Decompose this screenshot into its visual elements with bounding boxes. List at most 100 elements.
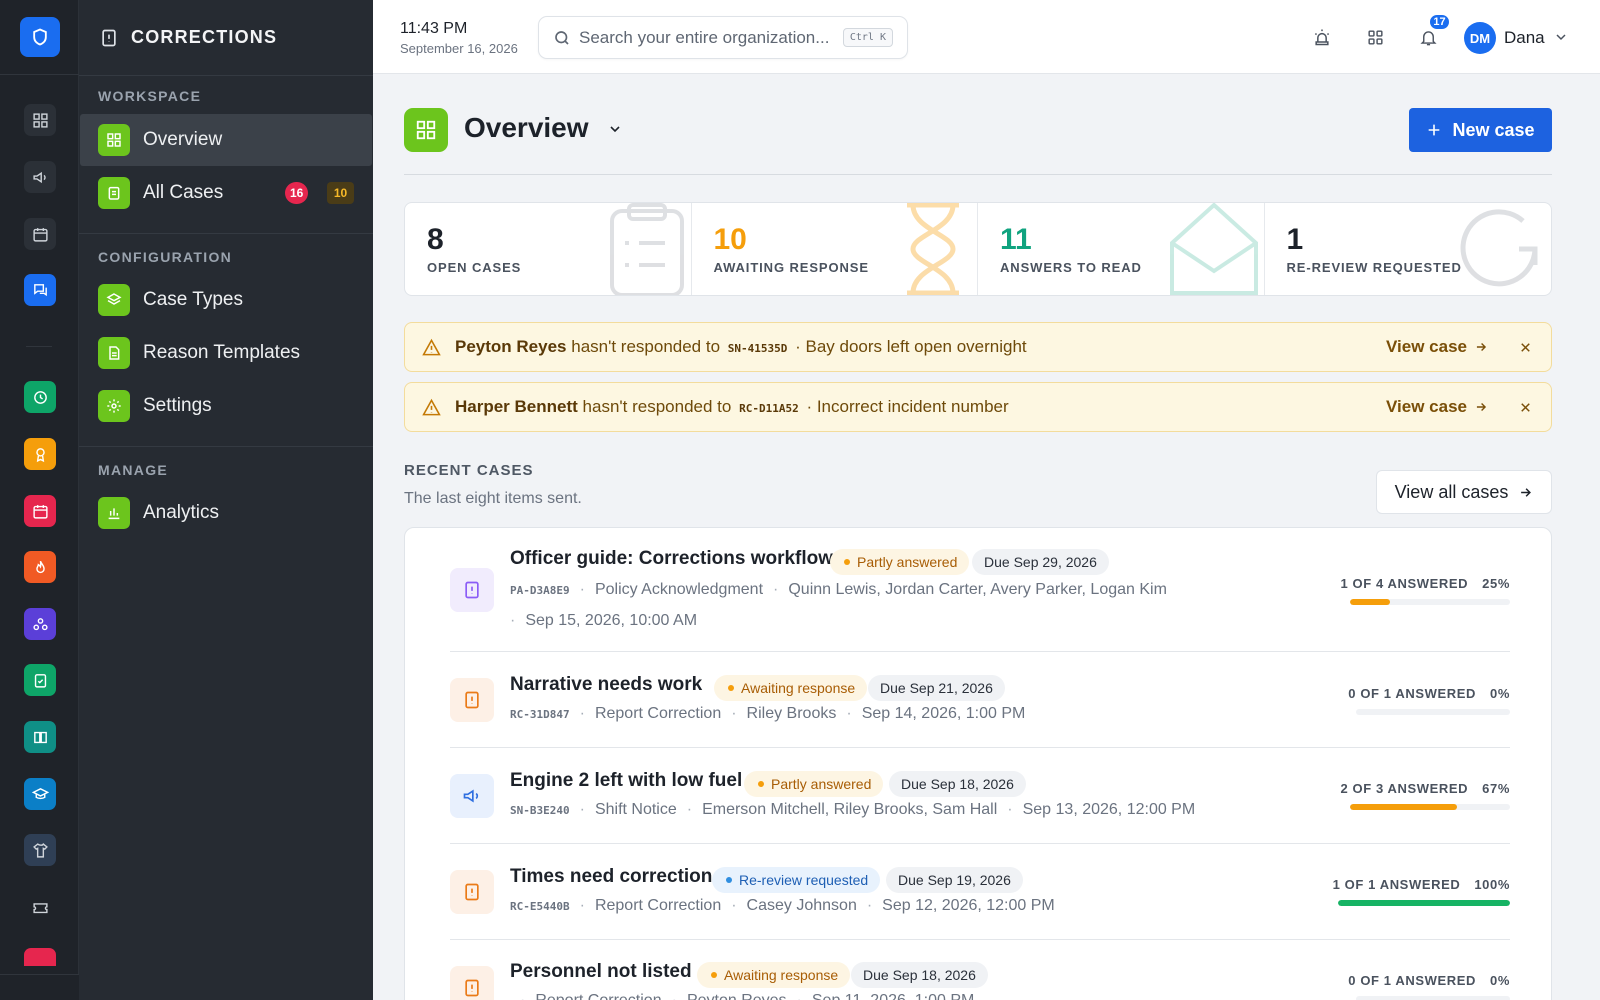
stat-label: ANSWERS TO READ xyxy=(1000,260,1142,275)
rail-megaphone-icon[interactable] xyxy=(24,161,56,193)
warning-icon xyxy=(422,398,441,415)
progress-bar xyxy=(1350,599,1510,605)
progress-count: 2 OF 3 ANSWERED xyxy=(1340,781,1469,796)
avatar[interactable]: DM xyxy=(1464,22,1496,54)
new-case-button[interactable]: New case xyxy=(1409,108,1552,152)
progress-count: 1 OF 4 ANSWERED xyxy=(1340,576,1469,591)
siren-icon[interactable] xyxy=(1310,25,1334,49)
rail-ticket-icon[interactable] xyxy=(24,891,56,923)
case-code: RC-31D847 xyxy=(510,707,570,721)
view-case-link[interactable]: View case xyxy=(1386,337,1488,357)
close-icon[interactable] xyxy=(1518,400,1533,415)
due-date-badge: Due Sep 18, 2026 xyxy=(889,771,1026,797)
progress-label: 0 OF 1 ANSWERED 0% xyxy=(1348,973,1510,988)
app-rail xyxy=(0,0,79,1000)
case-row[interactable]: Narrative needs work Awaiting response D… xyxy=(450,652,1510,748)
search-placeholder: Search your entire organization... xyxy=(579,27,830,47)
alert-file-icon xyxy=(102,29,116,46)
search-icon xyxy=(555,30,569,45)
sidebar-item-label: All Cases xyxy=(143,182,224,203)
case-code: PA-D3A8E9 xyxy=(510,583,570,597)
stat-open-cases[interactable]: 8 OPEN CASES xyxy=(405,203,692,295)
sidebar-item-label: Case Types xyxy=(143,289,243,310)
refresh-watermark-icon xyxy=(1460,209,1538,287)
rail-calendar-icon[interactable] xyxy=(24,218,56,250)
sidebar-item-settings[interactable]: Settings xyxy=(80,380,372,432)
stat-awaiting-response[interactable]: 10 AWAITING RESPONSE xyxy=(692,203,978,295)
alert-text: Harper Bennett hasn't responded to RC-D1… xyxy=(455,397,1386,417)
sidebar-item-reason-templates[interactable]: Reason Templates xyxy=(80,327,372,379)
hourglass-watermark-icon xyxy=(907,203,959,295)
rail-footer xyxy=(0,974,79,1000)
recent-cases-subtitle: The last eight items sent. xyxy=(404,490,582,507)
rail-chat-icon[interactable] xyxy=(24,274,56,306)
alert-file-icon xyxy=(450,568,494,612)
rail-event-icon[interactable] xyxy=(24,495,56,527)
stat-value: 8 xyxy=(427,223,444,256)
apps-grid-icon[interactable] xyxy=(1363,25,1387,49)
rail-shirt-icon[interactable] xyxy=(24,834,56,866)
sidebar-item-overview[interactable]: Overview xyxy=(80,114,372,166)
section-workspace: WORKSPACE xyxy=(98,88,202,104)
notification-count-badge: 17 xyxy=(1428,13,1451,31)
case-meta: RC-E5440B · Report Correction · Casey John… xyxy=(510,897,1055,914)
chevron-down-icon[interactable] xyxy=(1553,29,1569,50)
recent-cases-list: Officer guide: Corrections workflow Part… xyxy=(404,527,1552,1000)
warning-icon xyxy=(422,338,441,355)
layers-icon xyxy=(98,284,130,316)
alert-message: hasn't responded to xyxy=(571,337,721,356)
alert-case-code: SN-41535D xyxy=(727,342,788,355)
arrow-right-icon xyxy=(1476,343,1487,351)
case-row[interactable]: Personnel not listed Awaiting response D… xyxy=(450,940,1510,1000)
view-all-cases-button[interactable]: View all cases xyxy=(1376,470,1552,514)
rail-graduation-icon[interactable] xyxy=(24,778,56,810)
megaphone-icon xyxy=(450,774,494,818)
case-row[interactable]: Times need correction Re-review requeste… xyxy=(450,844,1510,940)
stat-answers-to-read[interactable]: 11 ANSWERS TO READ xyxy=(978,203,1265,295)
rail-award-icon[interactable] xyxy=(24,438,56,470)
case-meta: RC-31D847 · Report Correction · Riley Broo… xyxy=(510,705,1026,722)
rail-dashboard-icon[interactable] xyxy=(24,104,56,136)
sidebar: CORRECTIONS WORKSPACE Overview All Cases… xyxy=(79,0,373,1000)
rail-more-icon[interactable] xyxy=(24,948,56,966)
due-date-badge: Due Sep 18, 2026 xyxy=(851,962,988,988)
rail-flame-icon[interactable] xyxy=(24,551,56,583)
sidebar-item-analytics[interactable]: Analytics xyxy=(80,487,372,539)
search-input[interactable]: Search your entire organization... Ctrl … xyxy=(538,16,908,59)
case-title: Narrative needs work xyxy=(510,674,703,695)
case-code: RC-E5440B xyxy=(510,899,570,913)
clipboard-icon xyxy=(98,177,130,209)
close-icon[interactable] xyxy=(1518,340,1533,355)
sidebar-item-case-types[interactable]: Case Types xyxy=(80,274,372,326)
case-meta: · Sep 15, 2026, 10:00 AM xyxy=(510,612,698,629)
progress-bar xyxy=(1356,996,1510,1000)
progress-count: 0 OF 1 ANSWERED xyxy=(1348,973,1476,988)
bar-chart-icon xyxy=(98,497,130,529)
progress-percent: 25% xyxy=(1482,576,1510,591)
case-type: Policy Acknowledgment xyxy=(594,581,764,598)
case-meta: · Report Correction· Peyton Reyes· Sep 1… xyxy=(510,992,974,1000)
user-name[interactable]: Dana xyxy=(1504,28,1545,48)
sidebar-item-all-cases[interactable]: All Cases 16 10 xyxy=(80,167,372,219)
alert-text: Peyton Reyes hasn't responded to SN-4153… xyxy=(455,337,1386,357)
stat-value: 11 xyxy=(1000,223,1032,256)
case-row[interactable]: Officer guide: Corrections workflow Part… xyxy=(450,528,1510,652)
progress-percent: 67% xyxy=(1482,781,1510,796)
page-title-chevron-icon[interactable] xyxy=(607,121,623,142)
stat-re-review-requested[interactable]: 1 RE-REVIEW REQUESTED xyxy=(1265,203,1552,295)
alert-person: Peyton Reyes xyxy=(455,337,567,356)
rail-divider xyxy=(0,74,79,75)
case-row[interactable]: Engine 2 left with low fuel Partly answe… xyxy=(450,748,1510,844)
shield-logo-icon[interactable] xyxy=(20,17,60,57)
case-sent-date: Sep 12, 2026, 12:00 PM xyxy=(882,897,1055,914)
view-case-link[interactable]: View case xyxy=(1386,397,1488,417)
rail-book-icon[interactable] xyxy=(24,721,56,753)
due-date-badge: Due Sep 21, 2026 xyxy=(868,675,1005,701)
rail-network-icon[interactable] xyxy=(24,608,56,640)
stat-label: RE-REVIEW REQUESTED xyxy=(1286,260,1462,275)
rail-clock-icon[interactable] xyxy=(24,381,56,413)
case-recipients: Emerson Mitchell, Riley Brooks, Sam Hall xyxy=(702,801,998,818)
status-badge: Awaiting response xyxy=(697,962,851,988)
sidebar-divider xyxy=(79,233,373,234)
rail-checklist-icon[interactable] xyxy=(24,664,56,696)
